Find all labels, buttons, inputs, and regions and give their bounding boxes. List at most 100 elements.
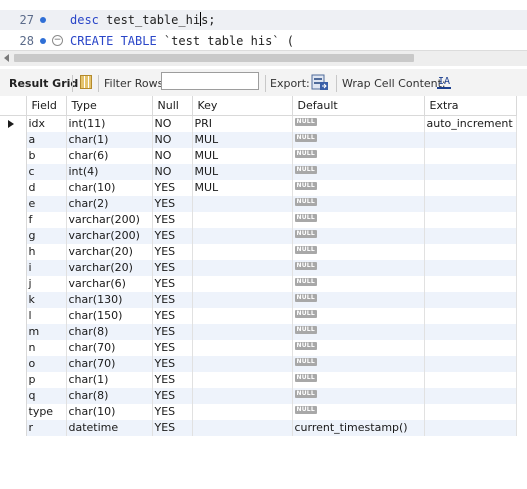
cell-default[interactable]: NULL xyxy=(292,292,425,308)
row-header[interactable] xyxy=(0,292,27,308)
table-row[interactable]: type char(10) YES NULL xyxy=(0,404,517,420)
table-row[interactable]: b char(6) NO MUL NULL xyxy=(0,148,517,164)
cell-null[interactable]: YES xyxy=(152,388,193,404)
cell-default[interactable]: NULL xyxy=(292,132,425,148)
row-header[interactable] xyxy=(0,228,27,244)
cell-extra[interactable] xyxy=(424,196,517,212)
table-row[interactable]: q char(8) YES NULL xyxy=(0,388,517,404)
cell-key[interactable] xyxy=(192,404,293,420)
column-header-key[interactable]: Key xyxy=(192,96,293,116)
cell-default[interactable]: NULL xyxy=(292,180,425,196)
row-header[interactable] xyxy=(0,180,27,196)
editor-line-28[interactable]: 28 − CREATE TABLE `test table his` ( xyxy=(0,31,527,50)
cell-type[interactable]: varchar(20) xyxy=(66,260,153,276)
cell-field[interactable]: idx xyxy=(26,115,67,132)
cell-extra[interactable] xyxy=(424,308,517,324)
cell-type[interactable]: varchar(200) xyxy=(66,212,153,228)
cell-null[interactable]: NO xyxy=(152,164,193,180)
cell-extra[interactable] xyxy=(424,372,517,388)
row-header[interactable] xyxy=(0,115,27,132)
cell-key[interactable]: MUL xyxy=(192,164,293,180)
row-header[interactable] xyxy=(0,260,27,276)
cell-key[interactable] xyxy=(192,260,293,276)
cell-key[interactable] xyxy=(192,372,293,388)
cell-default[interactable]: NULL xyxy=(292,212,425,228)
sql-editor[interactable]: 27 desc test_table_his; 28 − CREATE TABL… xyxy=(0,0,527,50)
cell-default[interactable]: NULL xyxy=(292,356,425,372)
row-header[interactable] xyxy=(0,196,27,212)
cell-default[interactable]: NULL xyxy=(292,276,425,292)
cell-null[interactable]: YES xyxy=(152,372,193,388)
table-row[interactable]: o char(70) YES NULL xyxy=(0,356,517,372)
scroll-left-arrow-icon[interactable] xyxy=(4,54,9,62)
row-header[interactable] xyxy=(0,324,27,340)
column-header-field[interactable]: Field xyxy=(26,96,67,116)
export-icon[interactable] xyxy=(311,74,329,91)
table-row[interactable]: k char(130) YES NULL xyxy=(0,292,517,308)
row-header[interactable] xyxy=(0,404,27,420)
table-row[interactable]: r datetime YES current_timestamp() xyxy=(0,420,517,436)
cell-null[interactable]: YES xyxy=(152,292,193,308)
table-row[interactable]: c int(4) NO MUL NULL xyxy=(0,164,517,180)
cell-type[interactable]: char(8) xyxy=(66,388,153,404)
row-header[interactable] xyxy=(0,164,27,180)
cell-null[interactable]: NO xyxy=(152,148,193,164)
cell-field[interactable]: h xyxy=(26,244,67,260)
cell-field[interactable]: b xyxy=(26,148,67,164)
table-row[interactable]: n char(70) YES NULL xyxy=(0,340,517,356)
row-header[interactable] xyxy=(0,132,27,148)
cell-field[interactable]: j xyxy=(26,276,67,292)
cell-null[interactable]: YES xyxy=(152,196,193,212)
table-row[interactable]: h varchar(20) YES NULL xyxy=(0,244,517,260)
cell-default[interactable]: NULL xyxy=(292,115,425,132)
cell-null[interactable]: YES xyxy=(152,324,193,340)
table-row[interactable]: m char(8) YES NULL xyxy=(0,324,517,340)
cell-default[interactable]: current_timestamp() xyxy=(292,420,425,436)
cell-extra[interactable] xyxy=(424,340,517,356)
cell-type[interactable]: int(4) xyxy=(66,164,153,180)
cell-field[interactable]: a xyxy=(26,132,67,148)
cell-key[interactable] xyxy=(192,228,293,244)
table-row[interactable]: i varchar(20) YES NULL xyxy=(0,260,517,276)
cell-type[interactable]: char(10) xyxy=(66,404,153,420)
cell-type[interactable]: char(150) xyxy=(66,308,153,324)
cell-field[interactable]: r xyxy=(26,420,67,436)
cell-field[interactable]: l xyxy=(26,308,67,324)
cell-extra[interactable] xyxy=(424,132,517,148)
cell-field[interactable]: d xyxy=(26,180,67,196)
cell-extra[interactable] xyxy=(424,260,517,276)
cell-field[interactable]: type xyxy=(26,404,67,420)
result-grid-tab[interactable]: Result Grid xyxy=(9,77,78,90)
column-header-default[interactable]: Default xyxy=(292,96,425,116)
cell-extra[interactable] xyxy=(424,276,517,292)
cell-key[interactable] xyxy=(192,324,293,340)
editor-line-27[interactable]: 27 desc test_table_his; xyxy=(0,10,527,30)
table-row[interactable]: idx int(11) NO PRI NULL auto_increment xyxy=(0,115,517,132)
cell-field[interactable]: m xyxy=(26,324,67,340)
table-row[interactable]: l char(150) YES NULL xyxy=(0,308,517,324)
cell-default[interactable]: NULL xyxy=(292,340,425,356)
cell-type[interactable]: char(2) xyxy=(66,196,153,212)
cell-extra[interactable] xyxy=(424,212,517,228)
cell-field[interactable]: k xyxy=(26,292,67,308)
cell-null[interactable]: YES xyxy=(152,244,193,260)
cell-type[interactable]: char(70) xyxy=(66,356,153,372)
row-header[interactable] xyxy=(0,356,27,372)
cell-type[interactable]: char(130) xyxy=(66,292,153,308)
cell-extra[interactable] xyxy=(424,228,517,244)
cell-default[interactable]: NULL xyxy=(292,148,425,164)
table-row[interactable]: p char(1) YES NULL xyxy=(0,372,517,388)
table-row[interactable]: a char(1) NO MUL NULL xyxy=(0,132,517,148)
cell-field[interactable]: q xyxy=(26,388,67,404)
cell-extra[interactable] xyxy=(424,404,517,420)
cell-null[interactable]: NO xyxy=(152,115,193,132)
cell-key[interactable] xyxy=(192,340,293,356)
cell-default[interactable]: NULL xyxy=(292,324,425,340)
cell-null[interactable]: YES xyxy=(152,404,193,420)
cell-extra[interactable] xyxy=(424,388,517,404)
row-header[interactable] xyxy=(0,244,27,260)
row-header[interactable] xyxy=(0,212,27,228)
row-header[interactable] xyxy=(0,420,27,436)
cell-key[interactable] xyxy=(192,212,293,228)
cell-extra[interactable] xyxy=(424,148,517,164)
